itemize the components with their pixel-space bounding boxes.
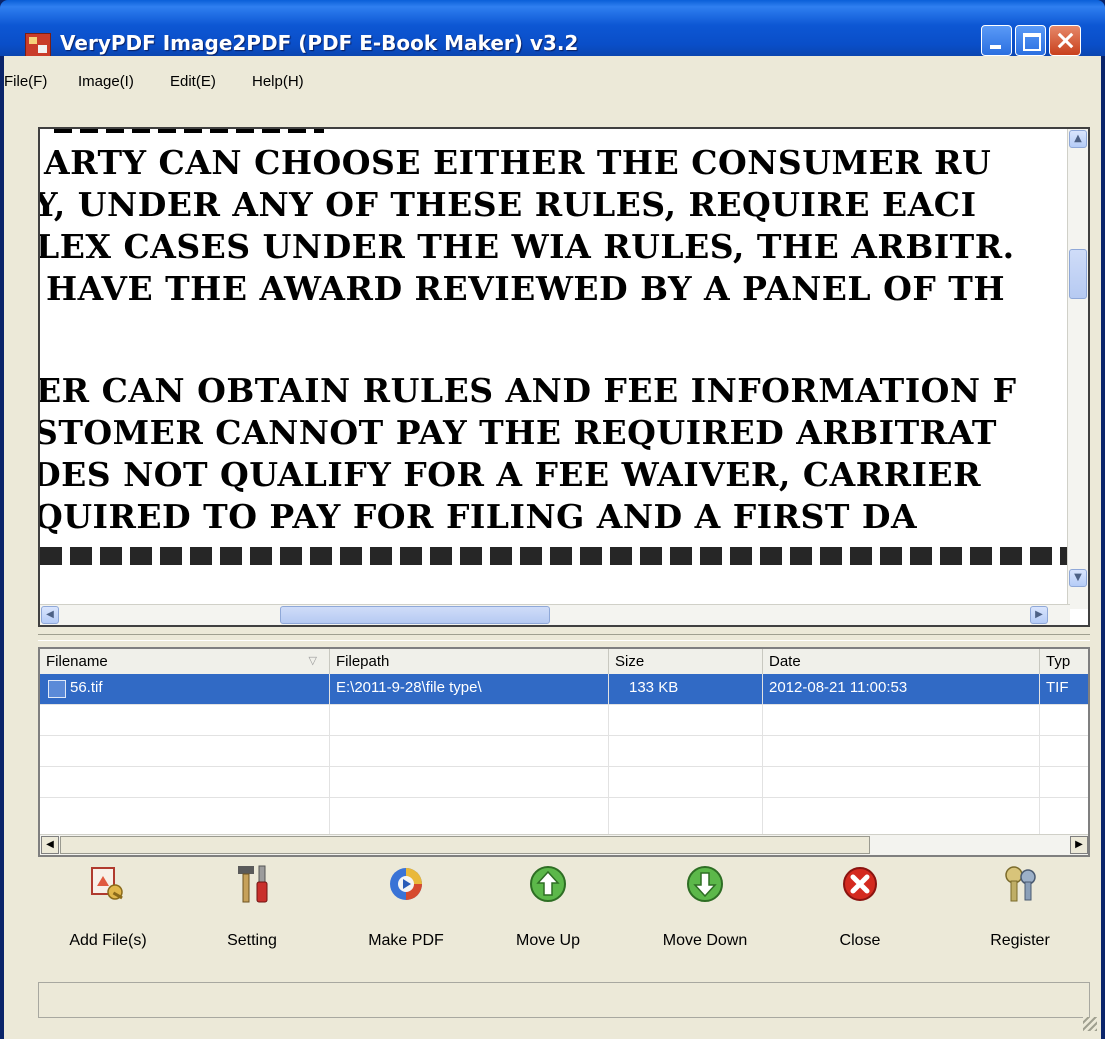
tools-icon — [238, 865, 268, 903]
make-pdf-icon — [390, 868, 422, 900]
list-header: Filename ▽ Filepath Size Date Typ — [40, 649, 1088, 675]
horizontal-scroll-thumb[interactable] — [280, 606, 550, 624]
make-pdf-button[interactable]: Make PDF — [346, 858, 466, 978]
menu-edit[interactable]: Edit(E) — [170, 73, 216, 90]
column-divider — [608, 674, 609, 834]
tif-file-icon — [48, 680, 66, 698]
table-row[interactable]: 56.tif E:\2011-9-28\file type\ 133 KB 20… — [40, 674, 1088, 705]
doc-line: STOMER CANNOT PAY THE REQUIRED ARBITRAT — [40, 413, 997, 452]
app-window: VeryPDF Image2PDF (PDF E-Book Maker) v3.… — [0, 0, 1105, 1039]
column-divider — [329, 674, 330, 834]
move-down-label: Move Down — [662, 932, 748, 949]
cell-type: TIF — [1040, 674, 1088, 704]
make-pdf-label: Make PDF — [368, 932, 444, 949]
client-area: File(F) Image(I) Edit(E) Help(H) ARTY CA… — [4, 56, 1101, 1039]
doc-line: HAVE THE AWARD REVIEWED BY A PANEL OF TH — [46, 269, 1006, 308]
doc-line: QUIRED TO PAY FOR FILING AND A FIRST DA — [40, 497, 918, 536]
column-divider — [1039, 674, 1040, 834]
arrow-down-circle-icon — [687, 866, 723, 902]
keys-icon — [1005, 866, 1036, 902]
sort-arrow-icon: ▽ — [308, 655, 317, 667]
table-row — [40, 767, 1088, 798]
cell-filepath: E:\2011-9-28\file type\ — [330, 674, 609, 704]
menu-bar: File(F) Image(I) Edit(E) Help(H) — [4, 56, 1101, 92]
maximize-button[interactable] — [1015, 25, 1046, 56]
add-file-icon — [91, 867, 123, 900]
column-divider — [762, 674, 763, 834]
resize-grip-icon[interactable] — [1083, 1017, 1097, 1031]
horizontal-scrollbar[interactable]: ◀ ▶ — [40, 604, 1070, 625]
close-window-button[interactable] — [1049, 25, 1081, 56]
document-image: ARTY CAN CHOOSE EITHER THE CONSUMER RU Y… — [40, 129, 1070, 611]
add-files-button[interactable]: Add File(s) — [48, 858, 168, 978]
file-list[interactable]: Filename ▽ Filepath Size Date Typ 56.tif… — [38, 647, 1090, 857]
setting-label: Setting — [227, 932, 277, 949]
list-scroll-thumb[interactable] — [60, 836, 870, 854]
scroll-right-icon[interactable]: ▶ — [1030, 606, 1048, 624]
column-header-filepath[interactable]: Filepath — [330, 649, 609, 674]
doc-line: DES NOT QUALIFY FOR A FEE WAIVER, CARRIE… — [40, 455, 982, 494]
table-row — [40, 736, 1088, 767]
menu-image[interactable]: Image(I) — [78, 73, 134, 90]
cell-filename: 56.tif — [40, 674, 330, 704]
clipped-text-fragment — [40, 547, 1070, 565]
status-bar — [38, 982, 1090, 1018]
column-header-size[interactable]: Size — [609, 649, 763, 674]
register-label: Register — [990, 932, 1050, 949]
title-bar[interactable]: VeryPDF Image2PDF (PDF E-Book Maker) v3.… — [0, 0, 1105, 57]
doc-line: ER CAN OBTAIN RULES AND FEE INFORMATION … — [40, 371, 1017, 410]
register-button[interactable]: Register — [960, 858, 1080, 978]
column-header-filename[interactable]: Filename ▽ — [40, 649, 330, 674]
doc-line: ARTY CAN CHOOSE EITHER THE CONSUMER RU — [44, 143, 992, 182]
column-header-label: Filename — [46, 653, 108, 670]
scroll-up-icon[interactable]: ▲ — [1069, 130, 1087, 148]
clipped-text-fragment — [54, 129, 324, 133]
minimize-button[interactable] — [981, 25, 1012, 56]
column-header-type[interactable]: Typ — [1040, 649, 1088, 674]
window-title: VeryPDF Image2PDF (PDF E-Book Maker) v3.… — [60, 31, 579, 55]
vertical-scrollbar[interactable]: ▲ ▼ — [1067, 129, 1088, 609]
menu-help[interactable]: Help(H) — [252, 73, 304, 90]
cell-date: 2012-08-21 11:00:53 — [763, 674, 1040, 704]
scroll-down-icon[interactable]: ▼ — [1069, 569, 1087, 587]
doc-line: Y, UNDER ANY OF THESE RULES, REQUIRE EAC… — [40, 185, 977, 224]
filename-text: 56.tif — [70, 679, 103, 696]
move-down-button[interactable]: Move Down — [645, 858, 765, 978]
arrow-up-circle-icon — [530, 866, 566, 902]
column-header-date[interactable]: Date — [763, 649, 1040, 674]
scroll-right-icon[interactable]: ▶ — [1070, 836, 1088, 854]
cell-size: 133 KB — [609, 674, 763, 704]
close-button[interactable]: Close — [800, 858, 920, 978]
scroll-left-icon[interactable]: ◀ — [41, 606, 59, 624]
scroll-left-icon[interactable]: ◀ — [41, 836, 59, 854]
image-preview[interactable]: ARTY CAN CHOOSE EITHER THE CONSUMER RU Y… — [38, 127, 1090, 627]
move-up-button[interactable]: Move Up — [488, 858, 608, 978]
list-horizontal-scrollbar[interactable]: ◀ ▶ — [40, 834, 1088, 855]
add-files-label: Add File(s) — [69, 932, 147, 949]
table-row — [40, 705, 1088, 736]
close-label: Close — [839, 932, 881, 949]
move-up-label: Move Up — [515, 932, 581, 949]
vertical-scroll-thumb[interactable] — [1069, 249, 1087, 299]
setting-button[interactable]: Setting — [192, 858, 312, 978]
menu-file[interactable]: File(F) — [4, 73, 47, 90]
doc-line: LEX CASES UNDER THE WIA RULES, THE ARBIT… — [40, 227, 1015, 266]
toolbar: Add File(s) Setting Make PDF Move Up Mov… — [4, 858, 1101, 978]
splitter[interactable] — [38, 634, 1090, 641]
app-icon — [25, 33, 51, 57]
table-row — [40, 798, 1088, 828]
close-circle-icon — [843, 867, 877, 901]
